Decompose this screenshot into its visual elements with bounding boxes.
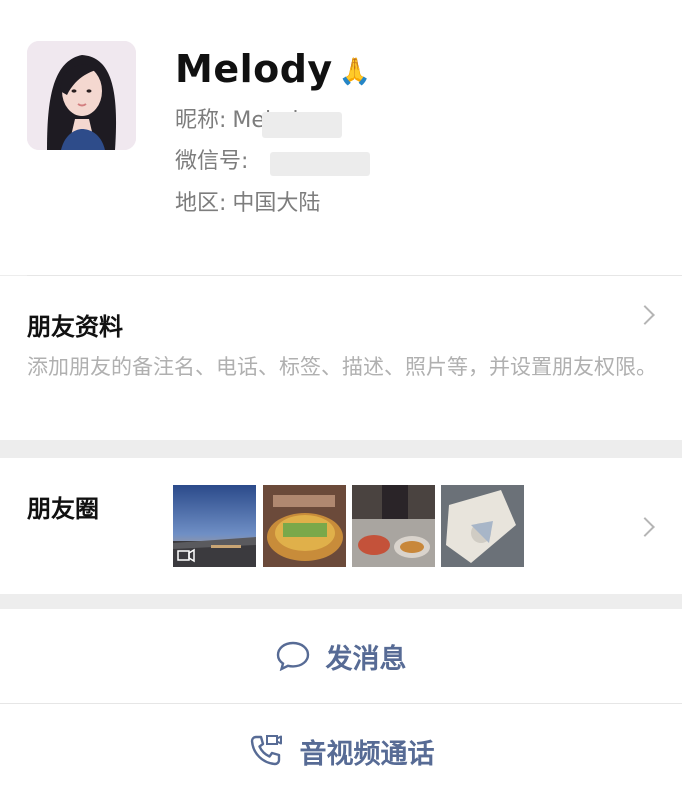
region-label: 地区: — [175, 191, 227, 216]
video-call-label: 音视频通话 — [299, 738, 435, 770]
chevron-right-icon — [635, 517, 655, 537]
phone-video-icon — [248, 733, 284, 769]
chevron-right-icon — [635, 305, 655, 325]
hotpot-dinner-thumb[interactable] — [352, 485, 435, 567]
region-value: 中国大陆 — [232, 191, 321, 216]
send-message-label: 发消息 — [325, 643, 407, 675]
chat-bubble-icon — [276, 641, 310, 671]
avatar[interactable] — [27, 41, 136, 150]
profile-header: Melody🙏 昵称: Melody 微信号: 地区:中国大陆 — [0, 0, 682, 275]
sketch-drawing-thumb[interactable] — [441, 485, 524, 567]
display-name-text: Melody — [175, 47, 333, 91]
sunset-video-thumb[interactable] — [173, 485, 256, 567]
friend-profile-title: 朋友资料 — [27, 313, 123, 341]
wechat-id-row: 微信号: — [175, 147, 248, 177]
friend-profile-row[interactable]: 朋友资料 添加朋友的备注名、电话、标签、描述、照片等，并设置朋友权限。 — [0, 276, 682, 440]
region-row: 地区: 中国大陆 — [175, 189, 320, 219]
avatar-illustration — [27, 41, 136, 150]
actions-panel: 发消息 音视频通话 — [0, 609, 682, 800]
pray-emoji-icon: 🙏 — [338, 56, 372, 87]
display-name: Melody 🙏 — [175, 46, 372, 95]
redaction-blur — [262, 112, 342, 138]
wechat-id-label: 微信号: — [175, 149, 249, 174]
moments-title: 朋友圈 — [27, 495, 99, 523]
nickname-label: 昵称: — [175, 108, 227, 133]
send-message-button[interactable]: 发消息 — [0, 609, 682, 703]
redaction-blur — [270, 152, 370, 176]
video-call-button[interactable]: 音视频通话 — [0, 704, 682, 798]
food-skewers-thumb[interactable] — [263, 485, 346, 567]
friend-profile-description: 添加朋友的备注名、电话、标签、描述、照片等，并设置朋友权限。 — [27, 355, 657, 379]
moments-row[interactable]: 朋友圈 — [0, 458, 682, 594]
